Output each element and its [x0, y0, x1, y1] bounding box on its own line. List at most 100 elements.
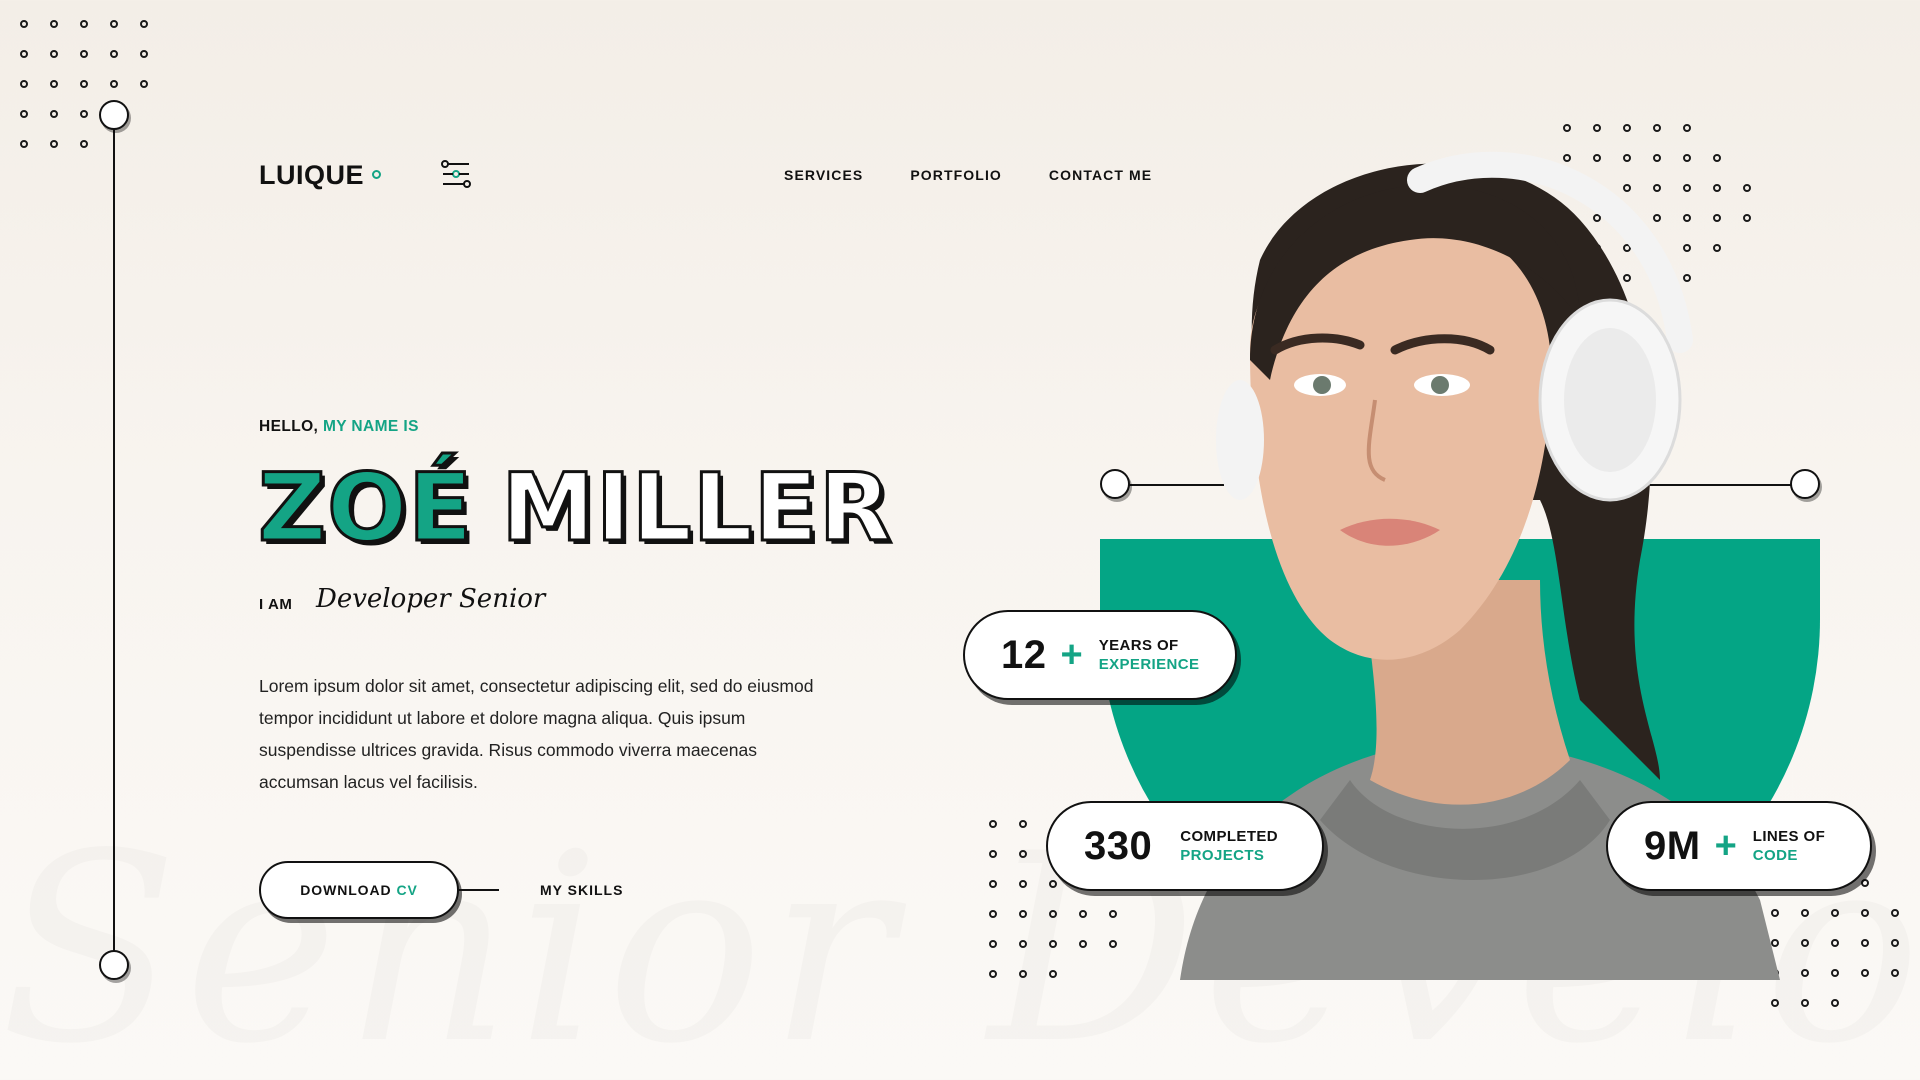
plus-icon: +: [1714, 825, 1737, 867]
dot: [50, 20, 58, 28]
dot: [1891, 939, 1899, 947]
dot: [1593, 124, 1601, 132]
dot: [80, 20, 88, 28]
dot: [989, 910, 997, 918]
nav-contact-me[interactable]: CONTACT ME: [1049, 167, 1152, 183]
stat-number: 12: [1001, 632, 1047, 677]
dot: [50, 140, 58, 148]
dot: [1079, 910, 1087, 918]
dot: [80, 140, 88, 148]
dot: [1049, 910, 1057, 918]
dot: [1019, 970, 1027, 978]
rail-bottom-knob: [99, 950, 129, 980]
nav-portfolio[interactable]: PORTFOLIO: [910, 167, 1002, 183]
dot: [20, 80, 28, 88]
dot: [1861, 969, 1869, 977]
menu-toggle-icon[interactable]: [440, 158, 472, 190]
stat-label-line1: COMPLETED: [1180, 828, 1279, 845]
main-nav: SERVICES PORTFOLIO CONTACT ME: [784, 167, 1152, 183]
dot: [50, 80, 58, 88]
stat-label-line2: PROJECTS: [1180, 847, 1265, 864]
connector-knob-left: [1100, 469, 1130, 499]
hero-name: ZOÉ MILLER: [256, 460, 892, 557]
dot: [140, 50, 148, 58]
dot: [1019, 910, 1027, 918]
logo-dot-icon: [372, 170, 381, 179]
dot: [20, 20, 28, 28]
dot: [1563, 124, 1571, 132]
dot-grid-bottom-right: [1771, 879, 1920, 1007]
stat-label: LINES OF CODE: [1753, 827, 1825, 865]
stat-label-line2: EXPERIENCE: [1098, 656, 1200, 673]
greeting-accent: MY NAME IS: [322, 418, 419, 435]
dot: [1861, 909, 1869, 917]
dot: [989, 880, 997, 888]
dot: [989, 940, 997, 948]
stat-label: COMPLETED PROJECTS: [1180, 827, 1278, 865]
stat-label-line2: CODE: [1752, 847, 1798, 864]
stat-completed-projects: 330 COMPLETED PROJECTS: [1046, 801, 1324, 891]
dot: [989, 970, 997, 978]
dot: [989, 820, 997, 828]
last-name: MILLER: [500, 454, 893, 563]
stat-number: 330: [1084, 823, 1153, 868]
dot: [1861, 939, 1869, 947]
nav-services[interactable]: SERVICES: [784, 167, 863, 183]
dot: [140, 20, 148, 28]
dot: [20, 50, 28, 58]
greeting: HELLO, MY NAME IS: [259, 418, 419, 436]
dot: [50, 110, 58, 118]
dot: [80, 110, 88, 118]
dot: [1049, 880, 1057, 888]
dot: [80, 50, 88, 58]
dot: [1049, 970, 1057, 978]
dot: [1019, 880, 1027, 888]
dot: [1771, 999, 1779, 1007]
dot: [1831, 939, 1839, 947]
plus-icon: +: [1060, 634, 1083, 676]
dot: [20, 110, 28, 118]
dot: [1019, 820, 1027, 828]
dot: [1801, 999, 1809, 1007]
dot: [1109, 910, 1117, 918]
stat-label: YEARS OF EXPERIENCE: [1099, 636, 1200, 674]
dot: [80, 80, 88, 88]
dot: [989, 850, 997, 858]
dot: [1801, 909, 1809, 917]
dot: [1079, 940, 1087, 948]
dot-grid-top-left: [20, 20, 170, 148]
stat-label-line1: LINES OF: [1752, 828, 1826, 845]
dot: [1861, 879, 1869, 887]
dot: [1623, 124, 1631, 132]
dot: [50, 50, 58, 58]
dot: [1683, 124, 1691, 132]
dot: [1019, 850, 1027, 858]
rail-line: [113, 128, 115, 951]
dot: [1891, 909, 1899, 917]
first-name: ZOÉ: [256, 454, 474, 563]
button-connector-line: [459, 889, 499, 891]
dot: [1891, 969, 1899, 977]
stat-label-line1: YEARS OF: [1098, 637, 1179, 654]
stat-number: 9M: [1644, 823, 1701, 868]
dot: [1653, 124, 1661, 132]
stat-lines-of-code: 9M + LINES OF CODE: [1606, 801, 1872, 891]
my-skills-link[interactable]: MY SKILLS: [540, 882, 623, 898]
logo[interactable]: LUIQUE: [259, 160, 364, 191]
download-label: DOWNLOAD: [300, 882, 392, 898]
dot: [1801, 969, 1809, 977]
role-title: Developer Senior: [316, 584, 546, 614]
dot: [1109, 940, 1117, 948]
stat-years-experience: 12 + YEARS OF EXPERIENCE: [963, 610, 1237, 700]
dot: [1801, 939, 1809, 947]
dot: [1019, 940, 1027, 948]
dot: [140, 80, 148, 88]
dot: [110, 80, 118, 88]
connector-knob-right: [1790, 469, 1820, 499]
dot: [1831, 969, 1839, 977]
dot: [20, 140, 28, 148]
download-cv-button[interactable]: DOWNLOAD CV: [259, 861, 459, 919]
dot: [1831, 909, 1839, 917]
dot: [110, 20, 118, 28]
greeting-text: HELLO,: [259, 418, 319, 435]
